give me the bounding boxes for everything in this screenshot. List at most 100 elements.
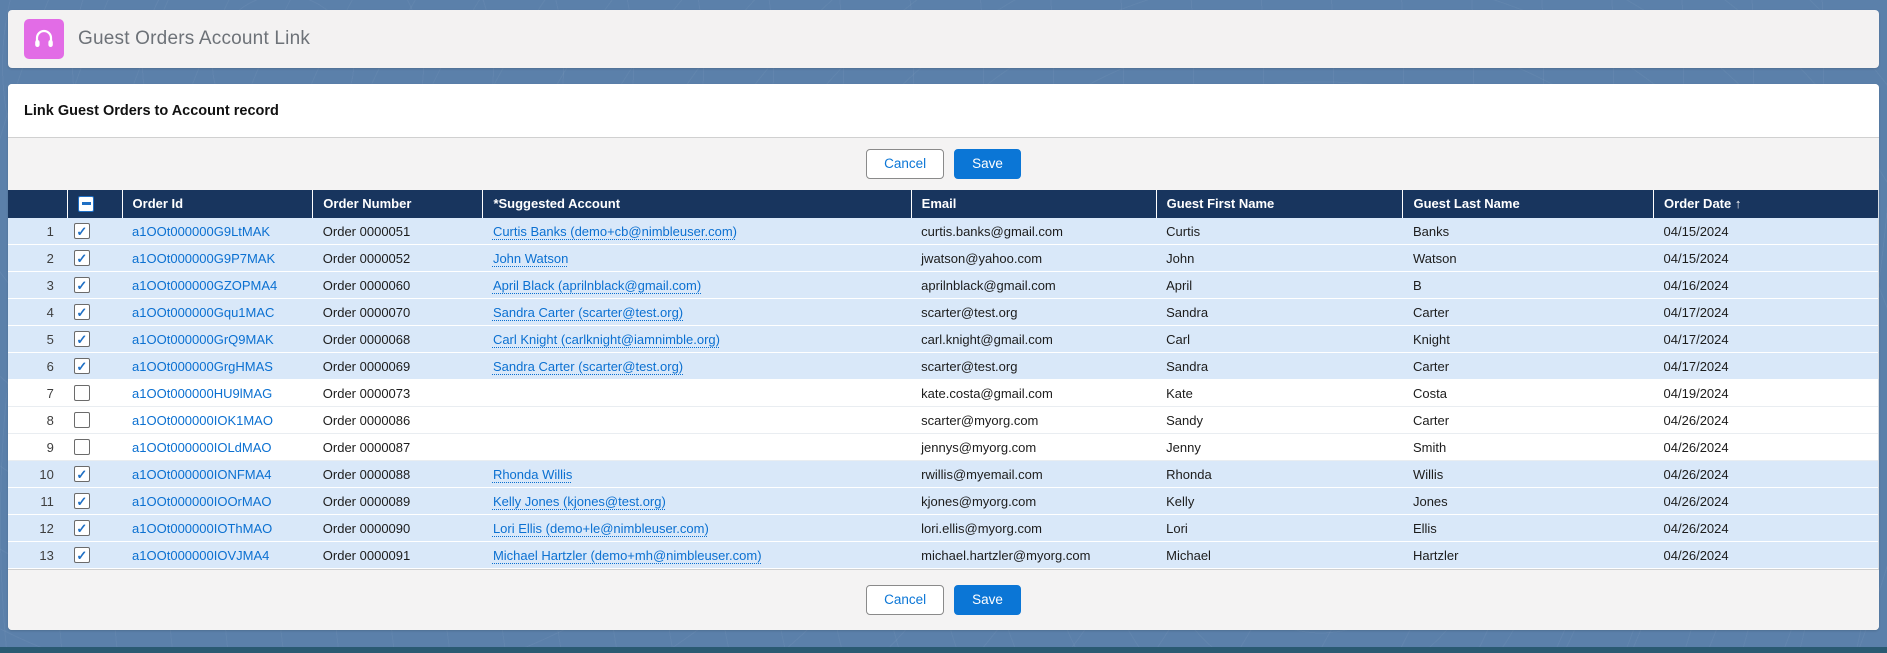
row-checkbox[interactable]	[74, 304, 90, 320]
link-guest-orders-panel: Link Guest Orders to Account record Canc…	[8, 84, 1879, 630]
order-id-link[interactable]: a1OOt000000IOOrMAO	[132, 494, 271, 509]
save-button-top[interactable]: Save	[954, 149, 1021, 179]
row-checkbox[interactable]	[74, 250, 90, 266]
row-number: 3	[8, 272, 68, 299]
suggested-account-link[interactable]: Sandra Carter (scarter@test.org)	[493, 305, 683, 320]
column-header-suggested-account[interactable]: *Suggested Account	[483, 190, 911, 218]
order-id-cell: a1OOt000000GZOPMA4	[122, 272, 313, 299]
email-cell: michael.hartzler@myorg.com	[911, 542, 1156, 569]
cancel-button-bottom[interactable]: Cancel	[866, 585, 944, 615]
column-header-guest-last-name[interactable]: Guest Last Name	[1403, 190, 1654, 218]
column-header-order-number[interactable]: Order Number	[313, 190, 483, 218]
save-button-bottom[interactable]: Save	[954, 585, 1021, 615]
row-checkbox-cell	[68, 245, 122, 272]
table-row: 5a1OOt000000GrQ9MAKOrder 0000068Carl Kni…	[8, 326, 1878, 353]
suggested-account-link[interactable]: Rhonda Willis	[493, 467, 572, 482]
row-checkbox[interactable]	[74, 547, 90, 563]
order-number-cell: Order 0000051	[313, 218, 483, 245]
email-cell: kate.costa@gmail.com	[911, 380, 1156, 407]
column-header-guest-first-name[interactable]: Guest First Name	[1156, 190, 1403, 218]
suggested-account-link[interactable]: John Watson	[493, 251, 568, 266]
suggested-account-link[interactable]: Michael Hartzler (demo+mh@nimbleuser.com…	[493, 548, 762, 563]
row-checkbox-cell	[68, 407, 122, 434]
row-number: 13	[8, 542, 68, 569]
order-number-cell: Order 0000088	[313, 461, 483, 488]
suggested-account-cell: Michael Hartzler (demo+mh@nimbleuser.com…	[483, 542, 911, 569]
suggested-account-link[interactable]: Curtis Banks (demo+cb@nimbleuser.com)	[493, 224, 737, 239]
row-checkbox[interactable]	[74, 358, 90, 374]
order-id-link[interactable]: a1OOt000000GrQ9MAK	[132, 332, 274, 347]
suggested-account-cell	[483, 407, 911, 434]
guest-last-name-cell: Knight	[1403, 326, 1654, 353]
bottom-action-bar: Cancel Save	[8, 569, 1879, 630]
order-id-link[interactable]: a1OOt000000Gqu1MAC	[132, 305, 274, 320]
table-row: 6a1OOt000000GrgHMASOrder 0000069Sandra C…	[8, 353, 1878, 380]
row-checkbox[interactable]	[74, 331, 90, 347]
suggested-account-link[interactable]: April Black (aprilnblack@gmail.com)	[493, 278, 701, 293]
orders-table-body: 1a1OOt000000G9LtMAKOrder 0000051Curtis B…	[8, 218, 1878, 569]
order-date-cell: 04/26/2024	[1654, 461, 1878, 488]
row-number-column-header	[8, 190, 68, 218]
order-date-cell: 04/17/2024	[1654, 326, 1878, 353]
guest-first-name-cell: Michael	[1156, 542, 1403, 569]
row-checkbox[interactable]	[74, 277, 90, 293]
order-id-cell: a1OOt000000IOVJMA4	[122, 542, 313, 569]
panel-heading: Link Guest Orders to Account record	[8, 84, 1879, 137]
table-row: 9a1OOt000000IOLdMAOOrder 0000087jennys@m…	[8, 434, 1878, 461]
suggested-account-link[interactable]: Kelly Jones (kjones@test.org)	[493, 494, 666, 509]
orders-table-container: Order IdOrder Number*Suggested AccountEm…	[8, 190, 1879, 569]
row-number: 12	[8, 515, 68, 542]
select-all-checkbox[interactable]	[78, 196, 94, 212]
row-number: 7	[8, 380, 68, 407]
order-id-link[interactable]: a1OOt000000IONFMA4	[132, 467, 271, 482]
order-id-link[interactable]: a1OOt000000IOThMAO	[132, 521, 272, 536]
cancel-button-top[interactable]: Cancel	[866, 149, 944, 179]
order-id-cell: a1OOt000000IOLdMAO	[122, 434, 313, 461]
row-checkbox[interactable]	[74, 385, 90, 401]
order-id-link[interactable]: a1OOt000000HU9lMAG	[132, 386, 272, 401]
row-checkbox[interactable]	[74, 412, 90, 428]
row-number: 8	[8, 407, 68, 434]
table-row: 7a1OOt000000HU9lMAGOrder 0000073kate.cos…	[8, 380, 1878, 407]
column-header-email[interactable]: Email	[911, 190, 1156, 218]
order-id-link[interactable]: a1OOt000000G9P7MAK	[132, 251, 275, 266]
row-checkbox-cell	[68, 299, 122, 326]
suggested-account-cell	[483, 380, 911, 407]
suggested-account-cell	[483, 434, 911, 461]
row-checkbox-cell	[68, 542, 122, 569]
row-checkbox-cell	[68, 380, 122, 407]
column-header-order-date[interactable]: Order Date ↑	[1654, 190, 1878, 218]
guest-first-name-cell: Sandy	[1156, 407, 1403, 434]
guest-first-name-cell: Carl	[1156, 326, 1403, 353]
table-row: 1a1OOt000000G9LtMAKOrder 0000051Curtis B…	[8, 218, 1878, 245]
row-number: 5	[8, 326, 68, 353]
row-checkbox[interactable]	[74, 439, 90, 455]
row-checkbox-cell	[68, 326, 122, 353]
row-number: 2	[8, 245, 68, 272]
order-id-link[interactable]: a1OOt000000IOLdMAO	[132, 440, 271, 455]
guest-first-name-cell: Kelly	[1156, 488, 1403, 515]
order-id-link[interactable]: a1OOt000000G9LtMAK	[132, 224, 270, 239]
order-id-link[interactable]: a1OOt000000GZOPMA4	[132, 278, 277, 293]
guest-last-name-cell: Carter	[1403, 299, 1654, 326]
row-number: 6	[8, 353, 68, 380]
suggested-account-link[interactable]: Carl Knight (carlknight@iamnimble.org)	[493, 332, 720, 347]
guest-last-name-cell: Watson	[1403, 245, 1654, 272]
order-date-cell: 04/26/2024	[1654, 515, 1878, 542]
row-checkbox[interactable]	[74, 466, 90, 482]
row-number: 9	[8, 434, 68, 461]
order-id-link[interactable]: a1OOt000000IOK1MAO	[132, 413, 273, 428]
row-checkbox-cell	[68, 434, 122, 461]
guest-last-name-cell: Costa	[1403, 380, 1654, 407]
row-number: 10	[8, 461, 68, 488]
row-checkbox[interactable]	[74, 520, 90, 536]
suggested-account-link[interactable]: Sandra Carter (scarter@test.org)	[493, 359, 683, 374]
column-header-order-id[interactable]: Order Id	[122, 190, 313, 218]
row-checkbox[interactable]	[74, 223, 90, 239]
suggested-account-link[interactable]: Lori Ellis (demo+le@nimbleuser.com)	[493, 521, 709, 536]
row-checkbox[interactable]	[74, 493, 90, 509]
order-id-link[interactable]: a1OOt000000IOVJMA4	[132, 548, 269, 563]
order-number-cell: Order 0000070	[313, 299, 483, 326]
table-header: Order IdOrder Number*Suggested AccountEm…	[8, 190, 1878, 218]
order-id-link[interactable]: a1OOt000000GrgHMAS	[132, 359, 273, 374]
